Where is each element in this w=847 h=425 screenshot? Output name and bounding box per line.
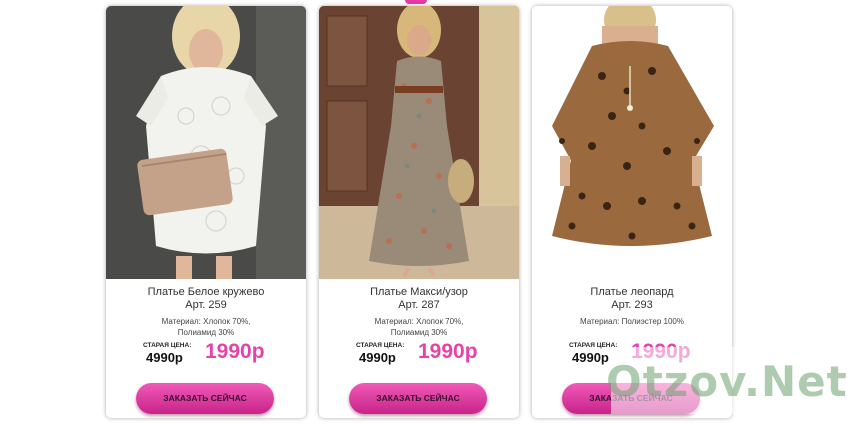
product-title: Платье Макси/узор Арт. 287: [319, 286, 519, 312]
product-name: Платье леопард: [590, 286, 674, 298]
product-card: Платье Макси/узор Арт. 287 Материал: Хло…: [319, 6, 519, 418]
order-now-button[interactable]: ЗАКАЗАТЬ СЕЙЧАС: [136, 383, 274, 414]
product-title: Платье леопард Арт. 293: [532, 286, 732, 312]
top-tab-indicator: [405, 0, 427, 4]
order-now-button[interactable]: ЗАКАЗАТЬ СЕЙЧАС: [349, 383, 487, 414]
product-article: Арт. 287: [398, 299, 440, 311]
old-price: 4990р: [146, 350, 183, 365]
old-price: 4990р: [359, 350, 396, 365]
material-line-1: Материал: Хлопок 70%,: [161, 317, 251, 326]
product-material: Материал: Полиэстер 100%: [532, 316, 732, 327]
material-line-2: Полиамид 30%: [177, 328, 235, 337]
material-line-2: Полиамид 30%: [390, 328, 448, 337]
product-card: Платье Белое кружево Арт. 259 Материал: …: [106, 6, 306, 418]
product-title: Платье Белое кружево Арт. 259: [106, 286, 306, 312]
new-price: 1990р: [418, 340, 478, 363]
product-material: Материал: Хлопок 70%, Полиамид 30%: [319, 316, 519, 338]
product-photo[interactable]: [106, 6, 306, 279]
watermark-text: Otzov.Net: [606, 357, 847, 406]
material-line-1: Материал: Полиэстер 100%: [580, 317, 684, 326]
product-material: Материал: Хлопок 70%, Полиамид 30%: [106, 316, 306, 338]
old-price-label: СТАРАЯ ЦЕНА:: [356, 342, 405, 349]
old-price-label: СТАРАЯ ЦЕНА:: [143, 342, 192, 349]
new-price: 1990р: [205, 340, 265, 363]
product-photo[interactable]: [532, 6, 732, 279]
product-name: Платье Белое кружево: [147, 286, 265, 298]
product-photo[interactable]: [319, 6, 519, 279]
product-name: Платье Макси/узор: [370, 286, 468, 298]
material-line-1: Материал: Хлопок 70%,: [374, 317, 464, 326]
product-article: Арт. 259: [185, 299, 227, 311]
product-article: Арт. 293: [611, 299, 653, 311]
old-price: 4990р: [572, 350, 609, 365]
